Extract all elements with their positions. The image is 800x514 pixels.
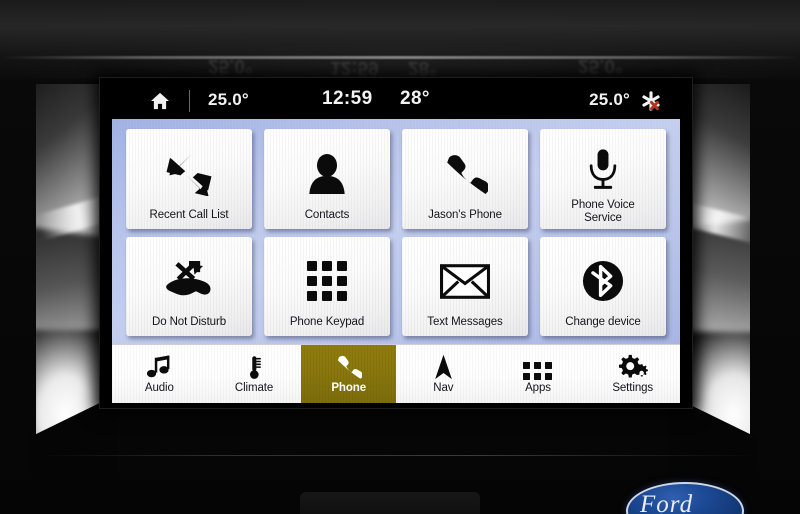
driver-temp[interactable]: 25.0°	[208, 90, 249, 110]
bluetooth-icon	[540, 247, 666, 317]
tile-do-not-disturb[interactable]: Do Not Disturb	[126, 237, 252, 336]
infotainment-screen: 25.0° 12:59 28° 25.0° Recent Call List C…	[112, 83, 680, 403]
nav-label: Apps	[525, 382, 551, 394]
tile-jasons-phone[interactable]: Jason's Phone	[402, 129, 528, 229]
tile-label-line2: Service	[584, 211, 622, 224]
apps-grid-icon	[523, 354, 553, 380]
music-note-icon	[146, 354, 172, 380]
status-divider	[189, 90, 190, 112]
gears-icon	[618, 354, 648, 380]
tile-label: Text Messages	[427, 316, 503, 329]
tile-phone-keypad[interactable]: Phone Keypad	[264, 237, 390, 336]
tile-label: Recent Call List	[149, 208, 229, 221]
thermometer-icon	[247, 354, 262, 380]
clock: 12:59	[322, 88, 373, 109]
console-seam	[40, 455, 760, 456]
person-icon	[264, 139, 390, 209]
dashboard-unit: 25.0° 12:59 28° 25.0° 25.0° 12:59 28° 25…	[0, 0, 800, 514]
tile-change-device[interactable]: Change device	[540, 237, 666, 336]
tile-label: Phone Voice Service	[540, 199, 666, 229]
dash-hood	[0, 0, 800, 78]
do-not-disturb-icon	[126, 247, 252, 317]
tile-label: Do Not Disturb	[151, 316, 226, 329]
nav-item-phone[interactable]: Phone	[301, 345, 397, 403]
snowflake-icon[interactable]	[640, 90, 662, 112]
outside-temp: 28°	[400, 88, 430, 109]
nav-item-audio[interactable]: Audio	[112, 345, 207, 403]
nav-item-settings[interactable]: Settings	[585, 345, 680, 403]
tile-recent-call-list[interactable]: Recent Call List	[126, 129, 252, 229]
bezel-left-reflection	[36, 84, 110, 436]
tile-contacts[interactable]: Contacts	[264, 129, 390, 229]
console-bump	[300, 492, 480, 514]
phone-handset-icon	[335, 354, 363, 380]
nav-label: Climate	[234, 382, 274, 394]
envelope-icon	[402, 247, 528, 317]
status-bar: 25.0° 12:59 28° 25.0°	[112, 83, 680, 119]
nav-item-apps[interactable]: Apps	[491, 345, 586, 403]
tile-label-line1: Phone Voice	[571, 198, 635, 211]
home-icon[interactable]	[150, 92, 170, 110]
tile-grid: Recent Call List Contacts Jason's Phone …	[126, 129, 666, 336]
bottom-nav-bar: Audio Climate Phone Nav Apps Settings	[112, 344, 680, 403]
microphone-icon	[540, 139, 666, 199]
dash-hood-edge	[0, 56, 800, 59]
ford-logo-text: Ford	[640, 491, 694, 514]
nav-item-nav[interactable]: Nav	[396, 345, 491, 403]
nav-label: Settings	[612, 382, 654, 394]
phone-menu: Recent Call List Contacts Jason's Phone …	[112, 119, 680, 344]
tile-label: Phone Keypad	[289, 316, 365, 329]
keypad-grid-icon	[264, 247, 390, 317]
recent-calls-arrows-icon	[126, 139, 252, 209]
nav-item-climate[interactable]: Climate	[207, 345, 302, 403]
nav-label: Audio	[144, 382, 174, 394]
tile-label: Jason's Phone	[428, 208, 502, 221]
tile-label: Contacts	[304, 208, 350, 221]
compass-arrow-icon	[434, 354, 453, 380]
nav-label: Nav	[433, 382, 454, 394]
nav-label: Phone	[331, 382, 366, 394]
tile-label: Change device	[565, 316, 641, 329]
phone-handset-icon	[402, 139, 528, 209]
tile-text-messages[interactable]: Text Messages	[402, 237, 528, 336]
passenger-temp[interactable]: 25.0°	[589, 90, 630, 110]
tile-phone-voice-service[interactable]: Phone Voice Service	[540, 129, 666, 229]
